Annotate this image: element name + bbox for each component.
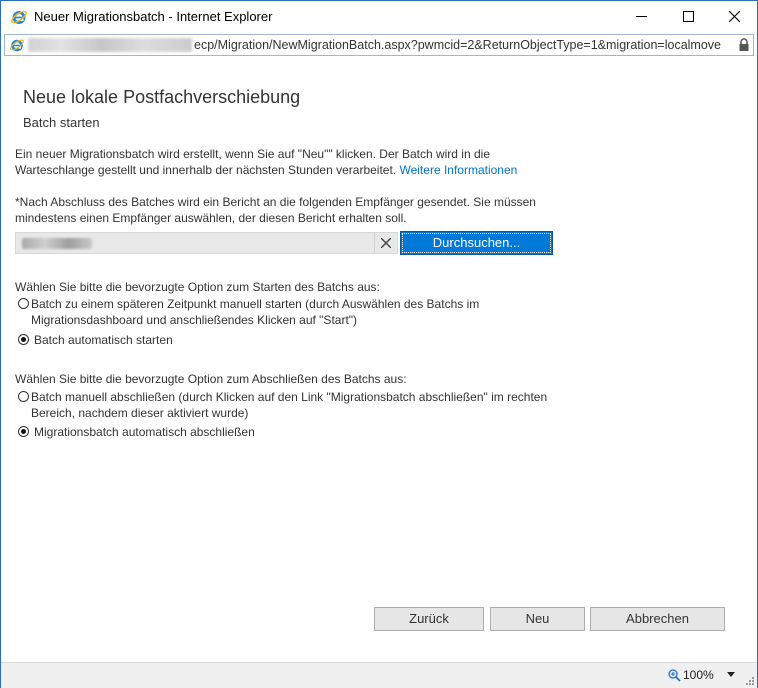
status-bar: 100% xyxy=(1,662,757,688)
radio-start-manual[interactable] xyxy=(18,298,29,309)
more-info-link[interactable]: Weitere Informationen xyxy=(399,163,517,177)
complete-option-auto[interactable]: Migrationsbatch automatisch abschließen xyxy=(18,424,558,440)
maximize-icon xyxy=(682,11,694,22)
complete-option-auto-label: Migrationsbatch automatisch abschließen xyxy=(34,425,255,439)
maximize-button[interactable] xyxy=(665,1,711,32)
clear-recipient-button[interactable] xyxy=(374,233,397,253)
minimize-button[interactable] xyxy=(618,1,664,32)
window-title: Neuer Migrationsbatch - Internet Explore… xyxy=(34,9,273,24)
complete-option-manual-label: Batch manuell abschließen (durch Klicken… xyxy=(31,390,548,420)
lock-icon[interactable] xyxy=(738,38,750,52)
internet-explorer-icon xyxy=(11,10,27,24)
browser-window: Neuer Migrationsbatch - Internet Explore… xyxy=(0,0,758,688)
title-bar[interactable]: Neuer Migrationsbatch - Internet Explore… xyxy=(1,1,757,32)
browse-button[interactable]: Durchsuchen... xyxy=(400,231,553,255)
back-button[interactable]: Zurück xyxy=(374,607,484,631)
zoom-icon[interactable] xyxy=(668,669,681,682)
start-option-manual[interactable]: Batch zu einem späteren Zeitpunkt manuel… xyxy=(18,296,558,328)
start-option-auto[interactable]: Batch automatisch starten xyxy=(18,332,558,348)
resize-grip-icon[interactable] xyxy=(745,676,755,686)
page-title: Neue lokale Postfachverschiebung xyxy=(23,87,301,107)
complete-option-prompt: Wählen Sie bitte die bevorzugte Option z… xyxy=(15,372,407,386)
cancel-button[interactable]: Abbrechen xyxy=(590,607,725,631)
address-host-redacted xyxy=(28,38,192,52)
dialog-content: Neue lokale Postfachverschiebung Batch s… xyxy=(1,57,757,661)
page-subtitle: Batch starten xyxy=(23,115,100,130)
chevron-down-icon[interactable] xyxy=(726,669,736,679)
start-option-manual-label: Batch zu einem späteren Zeitpunkt manuel… xyxy=(31,297,480,327)
address-bar[interactable]: ecp/Migration/NewMigrationBatch.aspx?pwm… xyxy=(4,34,754,56)
close-button[interactable] xyxy=(711,1,757,32)
start-option-auto-label: Batch automatisch starten xyxy=(34,333,173,347)
start-option-prompt: Wählen Sie bitte die bevorzugte Option z… xyxy=(15,280,380,294)
close-icon xyxy=(381,238,391,248)
complete-option-manual[interactable]: Batch manuell abschließen (durch Klicken… xyxy=(18,389,558,421)
recipient-value-redacted xyxy=(22,238,92,249)
radio-start-auto[interactable] xyxy=(18,334,29,345)
address-path: ecp/Migration/NewMigrationBatch.aspx?pwm… xyxy=(194,38,721,52)
close-icon xyxy=(728,11,740,22)
radio-complete-auto[interactable] xyxy=(18,426,29,437)
report-recipient-description: *Nach Abschluss des Batches wird ein Ber… xyxy=(15,195,536,225)
page-favicon-icon xyxy=(10,39,24,52)
zoom-level[interactable]: 100% xyxy=(683,668,714,682)
new-button[interactable]: Neu xyxy=(490,607,585,631)
recipient-field[interactable] xyxy=(15,232,398,254)
radio-complete-manual[interactable] xyxy=(18,391,29,402)
intro-paragraph: Ein neuer Migrationsbatch wird erstellt,… xyxy=(15,146,555,178)
minimize-icon xyxy=(635,16,647,17)
